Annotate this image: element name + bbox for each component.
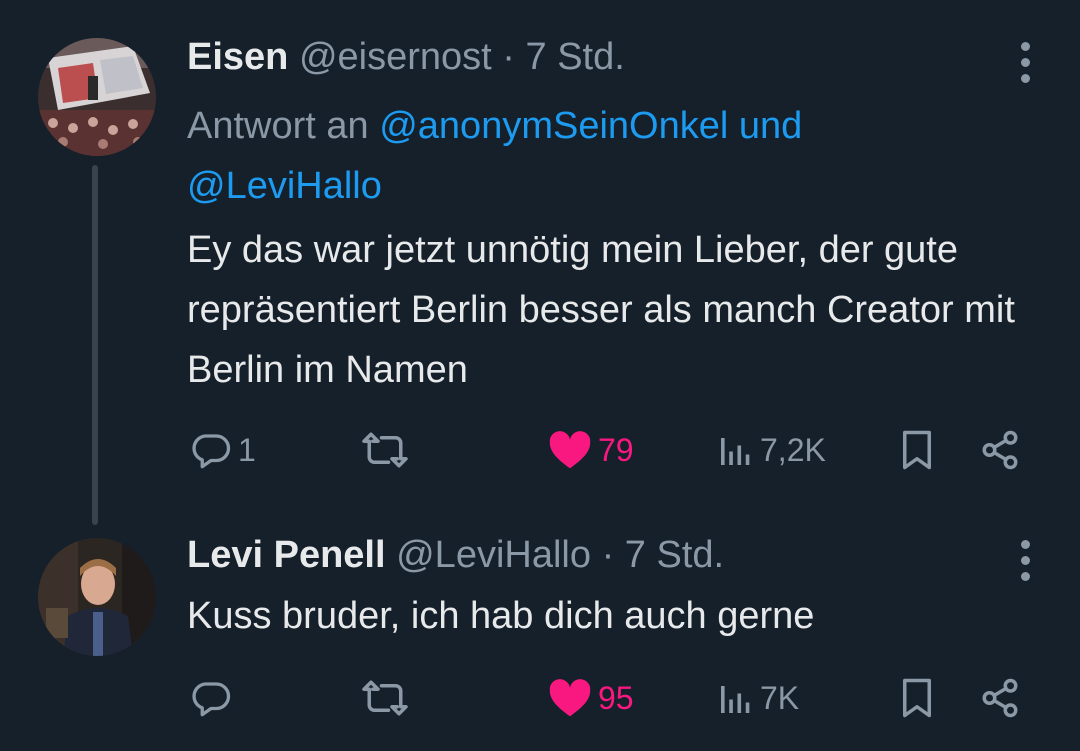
like-button[interactable]: 79 — [548, 422, 634, 478]
reply-icon — [192, 434, 231, 469]
reply-button[interactable] — [190, 670, 238, 726]
replying-to: Antwort an @anonymSeinOnkel und @LeviHal… — [187, 96, 987, 216]
tweet-text: Ey das war jetzt unnötig mein Lieber, de… — [187, 229, 1015, 391]
like-count: 95 — [598, 679, 634, 716]
share-button[interactable] — [978, 670, 1022, 726]
separator: · — [601, 534, 615, 576]
replying-prefix: Antwort an — [187, 105, 369, 147]
avatar[interactable] — [38, 538, 156, 656]
views-icon — [721, 438, 750, 465]
action-bar: 1 79 7,2K — [0, 422, 1080, 478]
like-count: 79 — [598, 431, 634, 468]
action-bar: 95 7K — [0, 670, 1080, 726]
share-icon — [982, 678, 1018, 718]
tweet-header: Eisen @eisernost · 7 Std. — [187, 34, 625, 80]
display-name[interactable]: Levi Penell — [187, 534, 386, 576]
timestamp[interactable]: 7 Std. — [625, 534, 724, 576]
more-icon[interactable] — [1018, 42, 1032, 83]
tweet-header: Levi Penell @LeviHallo · 7 Std. — [187, 532, 724, 578]
views-button[interactable]: 7,2K — [718, 422, 826, 478]
retweet-button[interactable] — [360, 422, 416, 478]
heart-icon — [549, 679, 591, 717]
tweet[interactable]: Levi Penell @LeviHallo · 7 Std. Kuss bru… — [0, 530, 1080, 751]
views-icon — [721, 686, 750, 713]
tweet[interactable]: Eisen @eisernost · 7 Std. Antwort an @an… — [0, 0, 1080, 530]
retweet-icon — [362, 432, 408, 468]
retweet-button[interactable] — [360, 670, 416, 726]
share-button[interactable] — [978, 422, 1022, 478]
like-button[interactable]: 95 — [548, 670, 634, 726]
heart-icon — [549, 431, 591, 469]
views-button[interactable]: 7K — [718, 670, 799, 726]
share-icon — [982, 430, 1018, 470]
reply-count: 1 — [238, 431, 256, 468]
tweet-text: Kuss bruder, ich hab dich auch gerne — [187, 595, 815, 637]
reply-button[interactable]: 1 — [190, 422, 256, 478]
bookmark-button[interactable] — [898, 422, 936, 478]
retweet-icon — [362, 680, 408, 716]
user-handle[interactable]: @eisernost — [299, 36, 492, 78]
reply-icon — [192, 682, 231, 717]
bookmark-button[interactable] — [898, 670, 936, 726]
display-name[interactable]: Eisen — [187, 36, 288, 78]
timestamp[interactable]: 7 Std. — [526, 36, 625, 78]
avatar[interactable] — [38, 38, 156, 156]
view-count: 7K — [760, 679, 800, 716]
bookmark-icon — [903, 678, 931, 718]
view-count: 7,2K — [760, 431, 826, 468]
separator: · — [502, 36, 515, 78]
bookmark-icon — [903, 430, 931, 470]
user-handle[interactable]: @LeviHallo — [396, 534, 591, 576]
more-icon[interactable] — [1018, 540, 1032, 581]
